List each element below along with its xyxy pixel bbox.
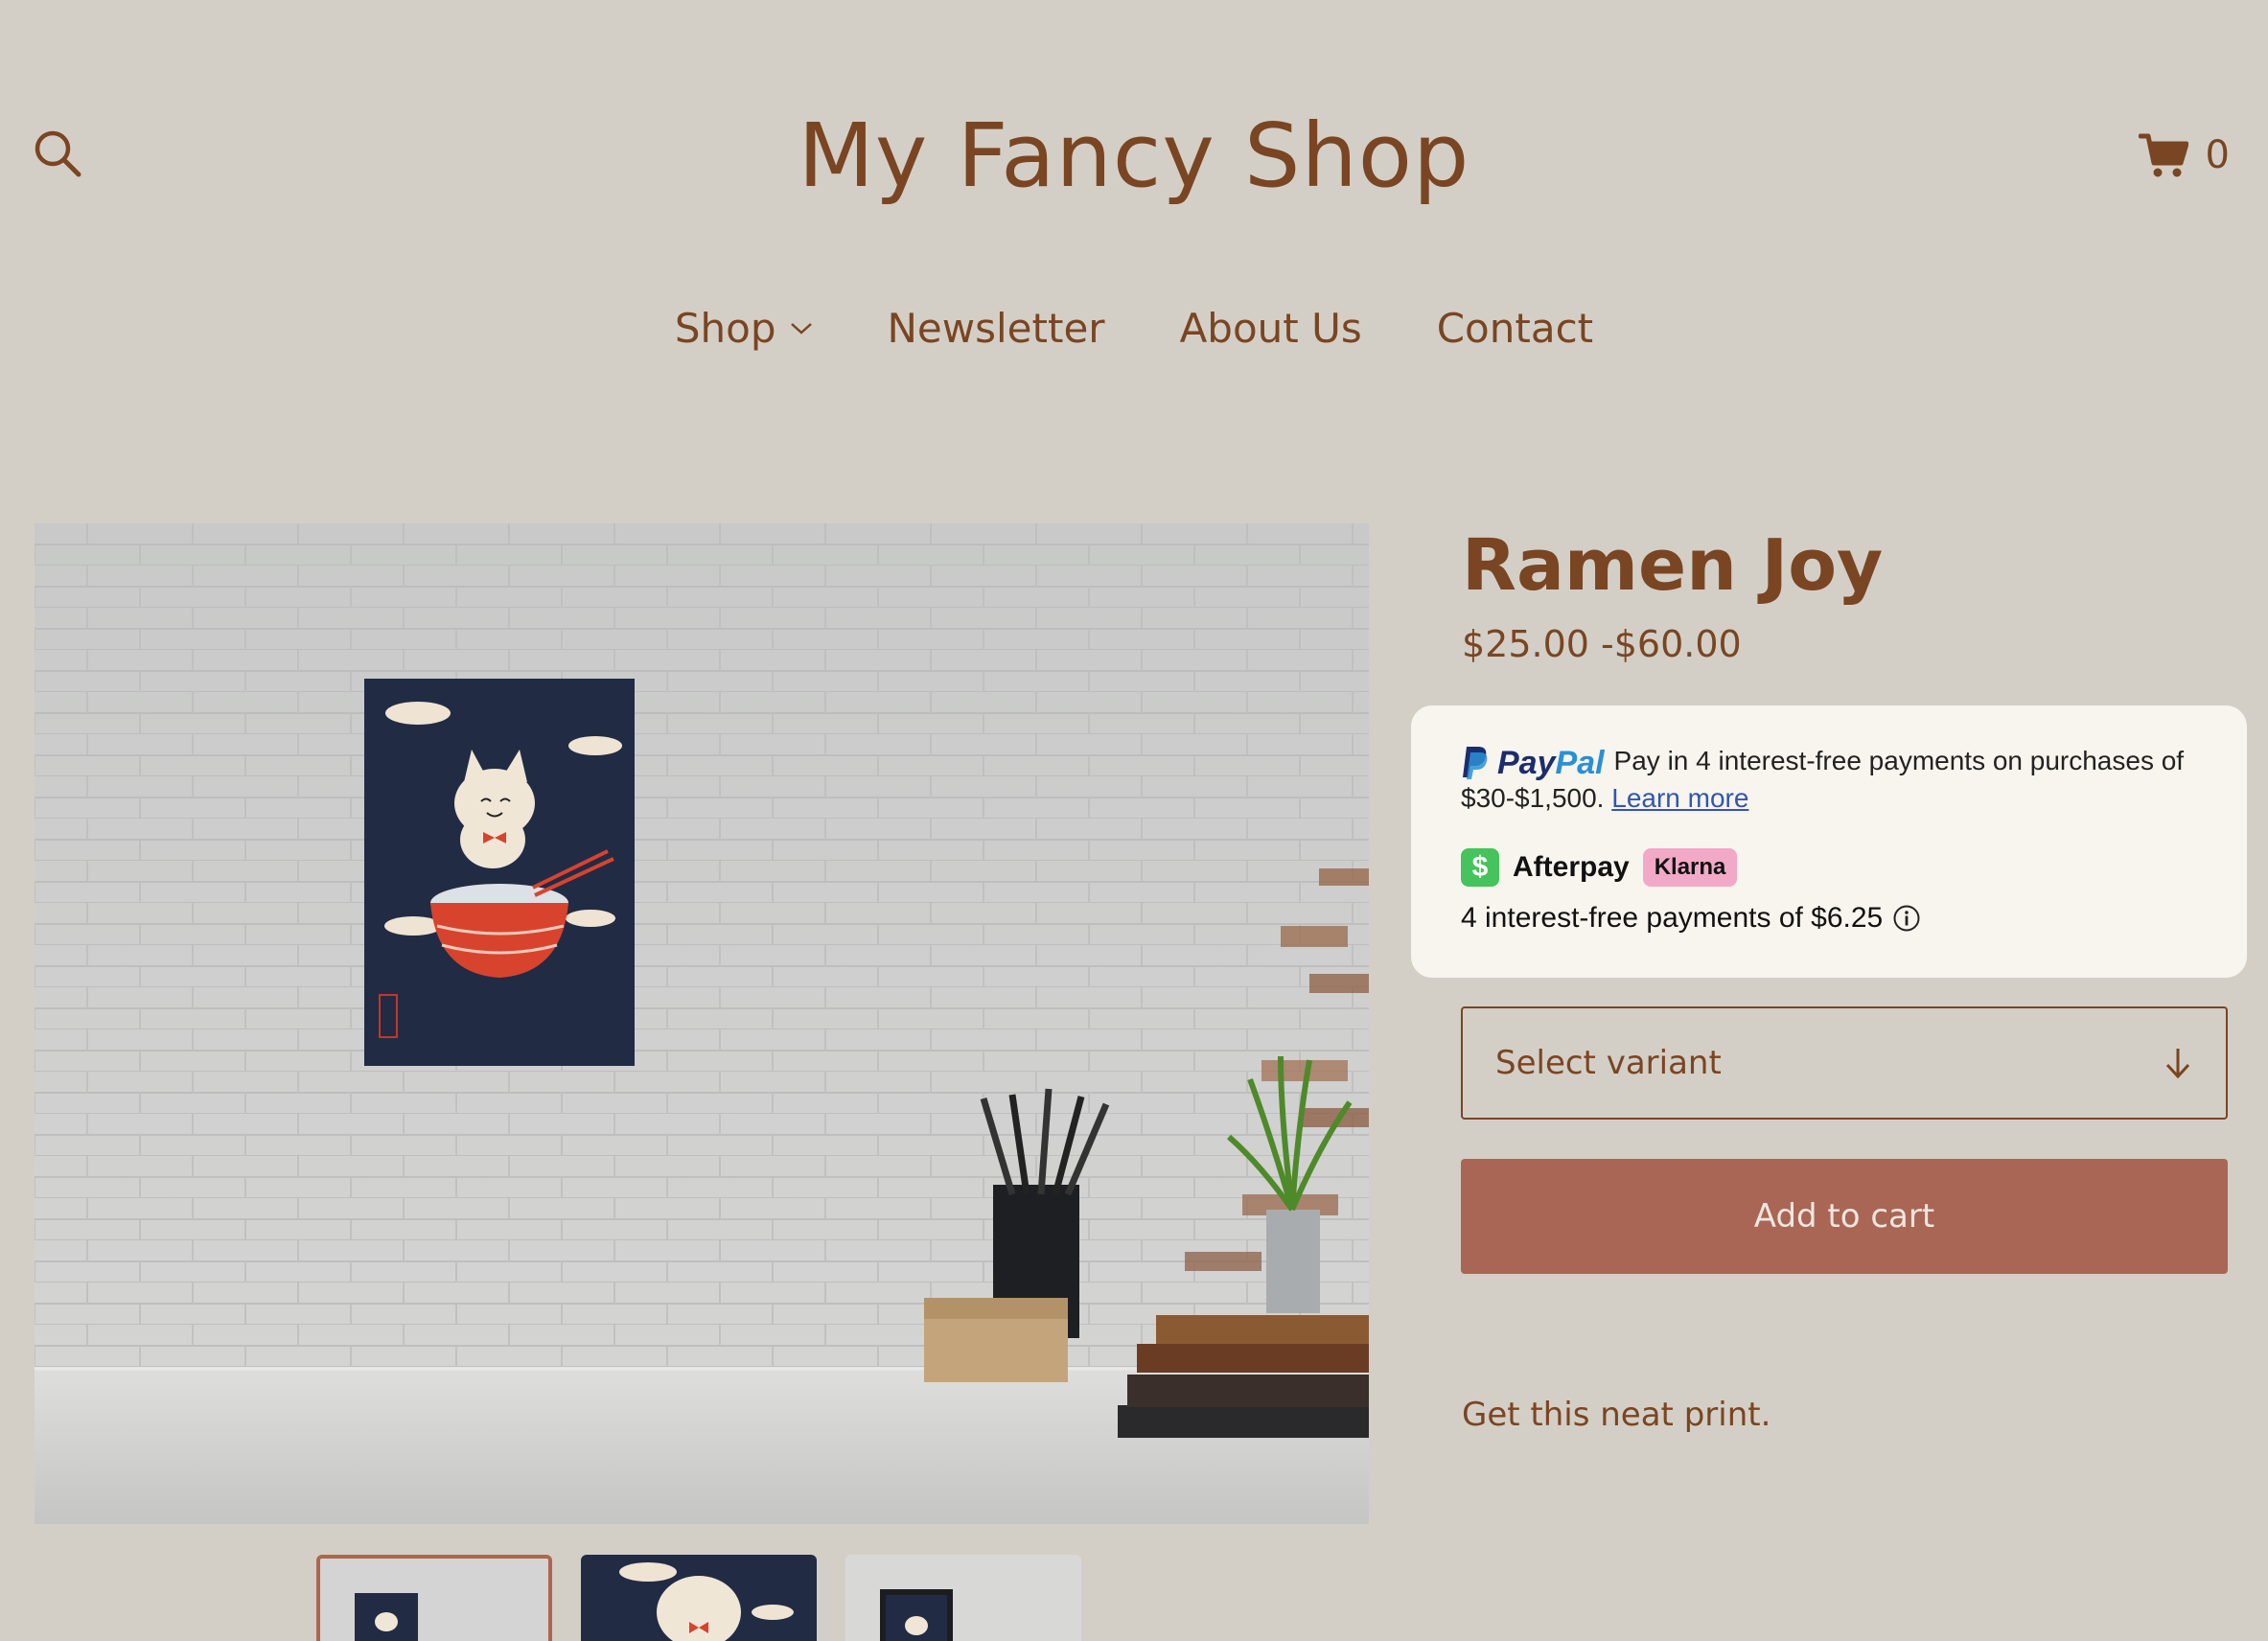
product-description: Get this neat print. bbox=[1462, 1396, 1771, 1434]
klarna-badge: Klarna bbox=[1642, 847, 1738, 887]
thumbnail-image bbox=[581, 1555, 817, 1641]
nav-contact[interactable]: Contact bbox=[1437, 305, 1593, 352]
afterpay-row: $ Afterpay Klarna bbox=[1461, 847, 2197, 887]
afterpay-icon: $ bbox=[1461, 847, 1499, 887]
nav-shop-label: Shop bbox=[674, 305, 776, 352]
info-icon[interactable] bbox=[1892, 904, 1921, 933]
thumbnail-3[interactable] bbox=[845, 1555, 1081, 1641]
cart-icon bbox=[2138, 133, 2188, 177]
learn-more-link[interactable]: Learn more bbox=[1611, 783, 1748, 813]
paypal-message: PayPal Pay in 4 interest-free payments o… bbox=[1461, 744, 2197, 816]
arrow-down-icon bbox=[2165, 1049, 2190, 1079]
product-title: Ramen Joy bbox=[1462, 524, 1884, 607]
installment-text: 4 interest-free payments of $6.25 bbox=[1461, 901, 1884, 934]
thumbnail-image bbox=[845, 1555, 1081, 1641]
product-price: $25.00 -$60.00 bbox=[1462, 623, 1742, 665]
variant-select[interactable]: Select variant bbox=[1461, 1006, 2228, 1120]
thumbnail-image bbox=[320, 1559, 548, 1641]
thumbnail-1[interactable] bbox=[316, 1555, 552, 1641]
thumbnail-2[interactable] bbox=[581, 1555, 817, 1641]
nav-contact-label: Contact bbox=[1436, 305, 1594, 352]
nav-newsletter-label: Newsletter bbox=[887, 305, 1105, 352]
nav-newsletter[interactable]: Newsletter bbox=[888, 305, 1105, 352]
afterpay-label: Afterpay bbox=[1513, 850, 1630, 883]
paypal-wordmark: PayPal bbox=[1497, 744, 1605, 781]
variant-select-label: Select variant bbox=[1495, 1044, 1722, 1082]
site-title[interactable]: My Fancy Shop bbox=[0, 101, 2268, 211]
nav-about-label: About Us bbox=[1179, 305, 1362, 352]
main-nav: Shop Newsletter About Us Contact bbox=[0, 305, 2268, 352]
cart-count: 0 bbox=[2205, 133, 2230, 177]
installment-message: 4 interest-free payments of $6.25 bbox=[1461, 902, 2197, 935]
paypal-icon bbox=[1463, 746, 1488, 779]
product-scene-illustration bbox=[35, 523, 1369, 1524]
payment-options-box: PayPal Pay in 4 interest-free payments o… bbox=[1411, 705, 2247, 978]
chevron-down-icon bbox=[790, 322, 812, 335]
cart-button[interactable]: 0 bbox=[2138, 128, 2230, 182]
nav-about-us[interactable]: About Us bbox=[1180, 305, 1362, 352]
add-to-cart-button[interactable]: Add to cart bbox=[1461, 1159, 2228, 1274]
product-main-image[interactable] bbox=[35, 523, 1369, 1524]
thumbnail-strip bbox=[316, 1555, 1081, 1641]
nav-shop[interactable]: Shop bbox=[675, 305, 813, 352]
paypal-logo: PayPal bbox=[1461, 745, 1605, 781]
